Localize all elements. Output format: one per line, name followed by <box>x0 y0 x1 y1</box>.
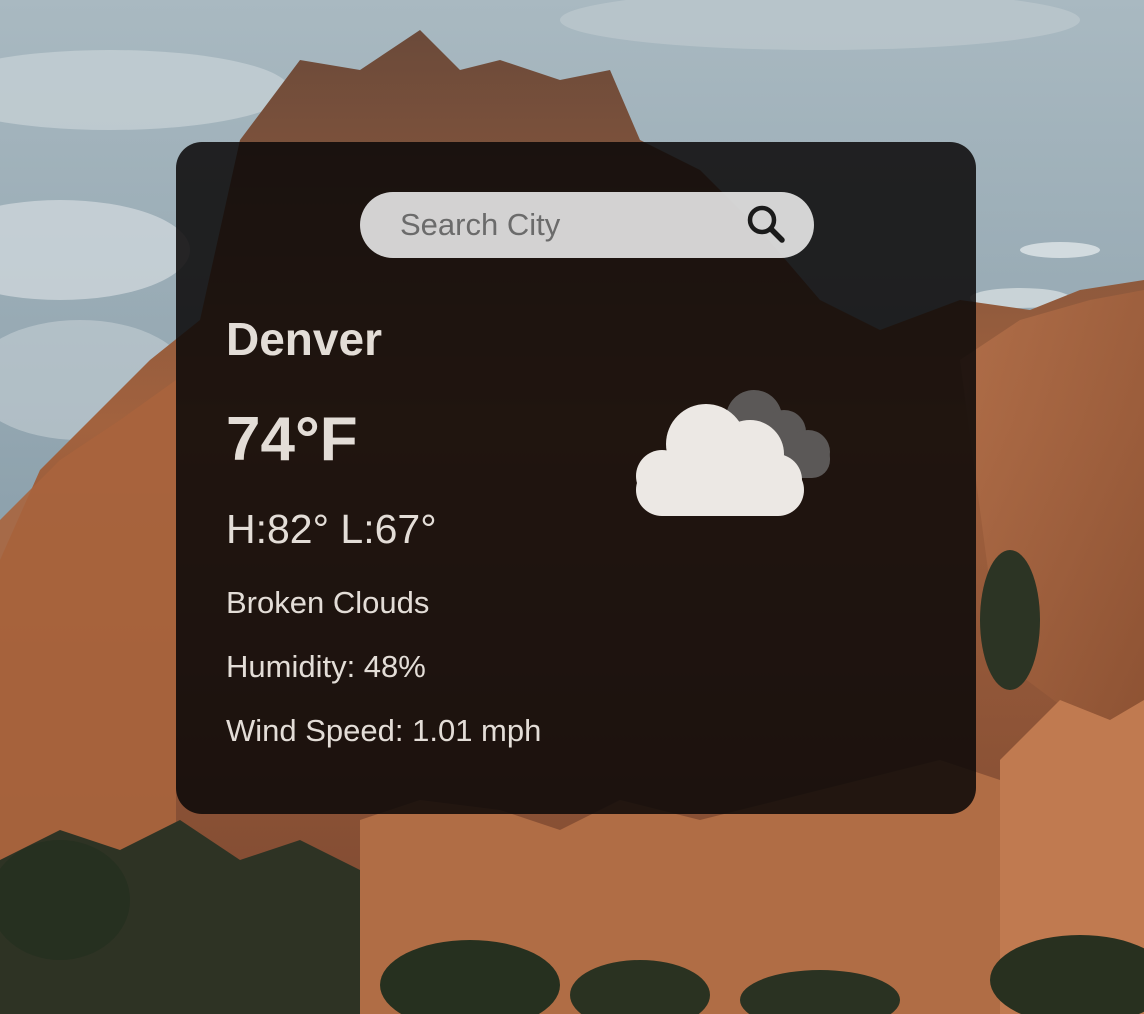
search-icon <box>747 205 785 243</box>
weather-description: Broken Clouds <box>226 585 430 620</box>
weather-card: Denver 74°F H:82° L:67° Broken Clouds Hu… <box>176 142 976 814</box>
high-low-temperature: H:82° L:67° <box>226 506 437 552</box>
wind-speed: Wind Speed: 1.01 mph <box>226 713 542 748</box>
current-temperature: 74°F <box>226 405 358 474</box>
search-input[interactable] <box>400 192 730 258</box>
broken-clouds-icon <box>636 390 830 516</box>
search-button[interactable] <box>742 200 792 250</box>
search-bar <box>360 192 814 258</box>
humidity: Humidity: 48% <box>226 649 426 684</box>
city-name: Denver <box>226 313 382 365</box>
